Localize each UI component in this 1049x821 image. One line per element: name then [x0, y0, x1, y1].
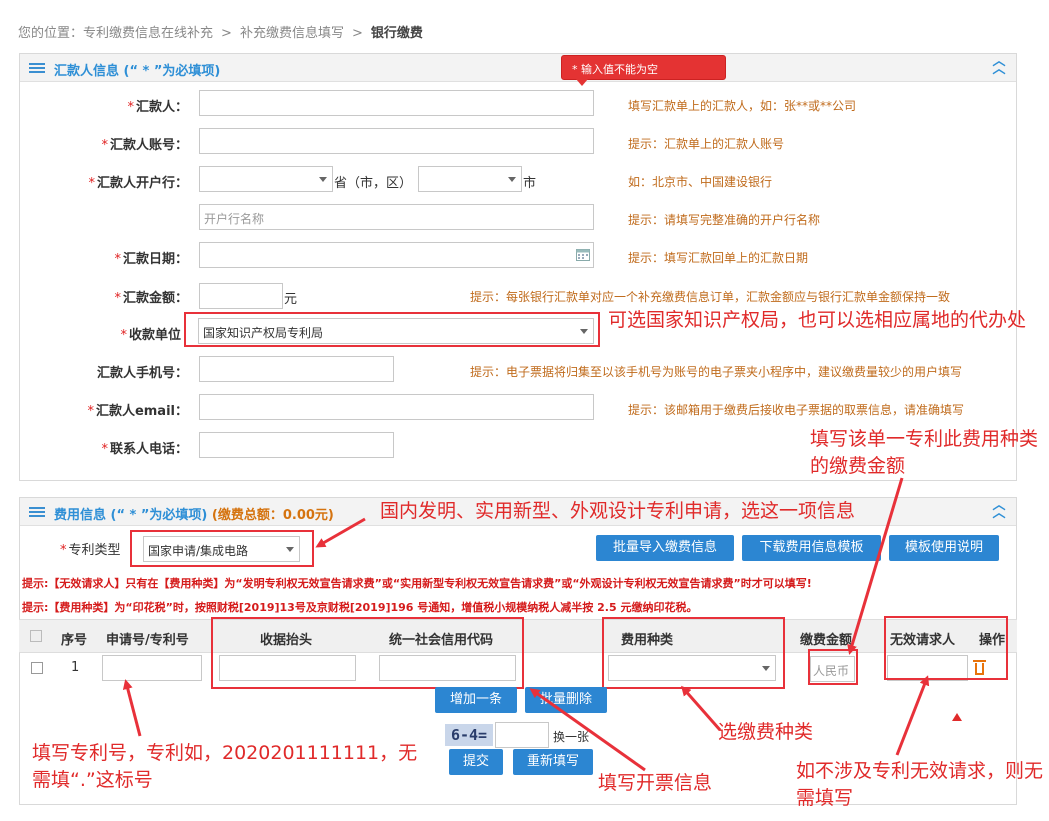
arrow-patent-no	[122, 679, 142, 737]
annotation-arrows	[122, 477, 930, 772]
arrow-patent-type	[315, 517, 366, 548]
arrow-invoice	[529, 688, 646, 772]
arrow-fee-type	[681, 685, 722, 731]
arrow-invalid-requester	[895, 675, 930, 756]
arrow-amount	[847, 477, 904, 655]
